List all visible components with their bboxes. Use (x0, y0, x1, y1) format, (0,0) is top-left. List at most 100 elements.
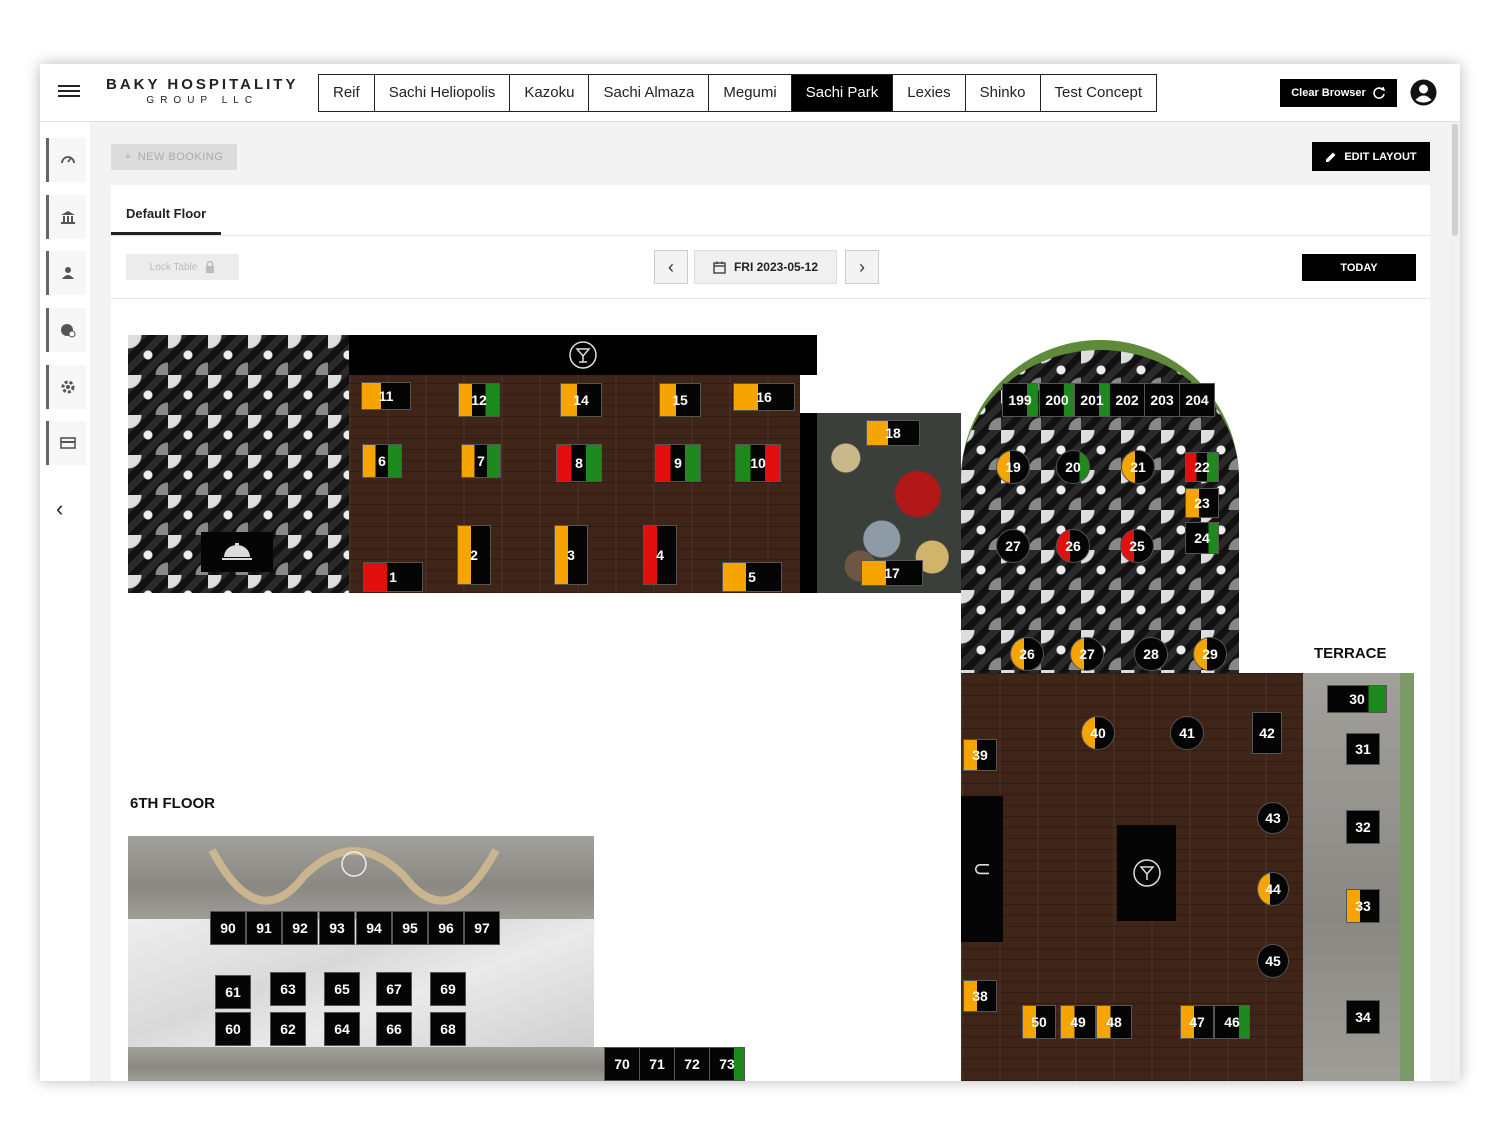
table-95[interactable]: 95 (392, 911, 428, 945)
table-97[interactable]: 97 (464, 911, 500, 945)
table-20[interactable]: 20 (1056, 450, 1090, 484)
table-50[interactable]: 50 (1022, 1005, 1056, 1039)
table-22[interactable]: 22 (1185, 452, 1219, 482)
table-10[interactable]: 10 (735, 444, 781, 482)
table-202[interactable]: 202 (1109, 383, 1145, 417)
table-5[interactable]: 5 (722, 562, 782, 592)
tab-reif[interactable]: Reif (319, 75, 375, 111)
table-26[interactable]: 26 (1056, 529, 1090, 563)
table-21[interactable]: 21 (1121, 450, 1155, 484)
table-48[interactable]: 48 (1096, 1005, 1132, 1039)
table-68[interactable]: 68 (430, 1012, 466, 1046)
tab-default-floor[interactable]: Default Floor (111, 185, 221, 235)
account-icon[interactable] (1410, 79, 1437, 106)
table-27[interactable]: 27 (996, 529, 1030, 563)
previous-day-button[interactable]: ‹ (654, 250, 688, 284)
table-31[interactable]: 31 (1346, 733, 1380, 765)
tab-sachi-park[interactable]: Sachi Park (791, 75, 894, 111)
table-90[interactable]: 90 (210, 911, 246, 945)
table-4[interactable]: 4 (643, 525, 677, 585)
table-201[interactable]: 201 (1074, 383, 1110, 417)
table-30[interactable]: 30 (1327, 685, 1387, 713)
table-2[interactable]: 2 (457, 525, 491, 585)
table-70[interactable]: 70 (604, 1047, 640, 1081)
nav-dashboard[interactable] (46, 138, 86, 182)
today-button[interactable]: TODAY (1302, 254, 1416, 281)
table-15[interactable]: 15 (659, 383, 701, 417)
table-11[interactable]: 11 (361, 382, 411, 410)
table-62[interactable]: 62 (270, 1012, 306, 1046)
tab-sachi-almaza[interactable]: Sachi Almaza (589, 75, 710, 111)
table-73[interactable]: 73 (709, 1047, 745, 1081)
table-66[interactable]: 66 (376, 1012, 412, 1046)
table-32[interactable]: 32 (1346, 810, 1380, 844)
table-26[interactable]: 26 (1010, 637, 1044, 671)
table-45[interactable]: 45 (1257, 944, 1289, 978)
table-17[interactable]: 17 (861, 560, 923, 586)
tab-kazoku[interactable]: Kazoku (510, 75, 590, 111)
table-69[interactable]: 69 (430, 972, 466, 1006)
table-23[interactable]: 23 (1185, 488, 1219, 518)
table-1[interactable]: 1 (363, 562, 423, 592)
tab-shinko[interactable]: Shinko (966, 75, 1041, 111)
table-44[interactable]: 44 (1257, 872, 1289, 906)
next-day-button[interactable]: › (845, 250, 879, 284)
table-49[interactable]: 49 (1060, 1005, 1096, 1039)
clear-browser-button[interactable]: Clear Browser (1280, 79, 1397, 107)
table-63[interactable]: 63 (270, 972, 306, 1006)
new-booking-button[interactable]: + NEW BOOKING (111, 144, 237, 170)
tab-sachi-heliopolis[interactable]: Sachi Heliopolis (375, 75, 511, 111)
collapse-sidebar-icon[interactable]: ‹ (56, 496, 63, 522)
hamburger-menu-icon[interactable] (58, 82, 80, 104)
table-41[interactable]: 41 (1170, 716, 1204, 750)
table-28[interactable]: 28 (1134, 637, 1168, 671)
table-7[interactable]: 7 (461, 444, 501, 478)
nav-billing[interactable] (46, 421, 86, 465)
table-199[interactable]: 199 (1002, 383, 1038, 417)
table-94[interactable]: 94 (356, 911, 392, 945)
table-72[interactable]: 72 (674, 1047, 710, 1081)
table-200[interactable]: 200 (1039, 383, 1075, 417)
table-38[interactable]: 38 (963, 980, 997, 1012)
nav-settings[interactable] (46, 365, 86, 409)
table-65[interactable]: 65 (324, 972, 360, 1006)
table-19[interactable]: 19 (996, 450, 1030, 484)
lock-table-button[interactable]: Lock Table (126, 254, 239, 280)
table-34[interactable]: 34 (1346, 1000, 1380, 1034)
table-27[interactable]: 27 (1070, 637, 1104, 671)
table-24[interactable]: 24 (1185, 522, 1219, 554)
table-47[interactable]: 47 (1180, 1005, 1214, 1039)
table-67[interactable]: 67 (376, 972, 412, 1006)
table-14[interactable]: 14 (560, 383, 602, 417)
table-96[interactable]: 96 (428, 911, 464, 945)
table-16[interactable]: 16 (733, 383, 795, 411)
table-43[interactable]: 43 (1257, 802, 1289, 834)
table-6[interactable]: 6 (362, 444, 402, 478)
table-91[interactable]: 91 (246, 911, 282, 945)
tab-megumi[interactable]: Megumi (709, 75, 792, 111)
table-42[interactable]: 42 (1252, 712, 1282, 754)
table-93[interactable]: 93 (319, 911, 355, 945)
table-61[interactable]: 61 (215, 975, 251, 1009)
table-40[interactable]: 40 (1081, 716, 1115, 750)
scrollbar[interactable] (1450, 122, 1460, 1081)
nav-guest-profile[interactable] (46, 308, 86, 352)
table-60[interactable]: 60 (215, 1012, 251, 1046)
nav-bank[interactable] (46, 195, 86, 239)
table-39[interactable]: 39 (963, 739, 997, 771)
table-71[interactable]: 71 (639, 1047, 675, 1081)
table-92[interactable]: 92 (282, 911, 318, 945)
tab-lexies[interactable]: Lexies (893, 75, 966, 111)
nav-guests[interactable] (46, 251, 86, 295)
table-33[interactable]: 33 (1346, 889, 1380, 923)
table-25[interactable]: 25 (1120, 529, 1154, 563)
table-29[interactable]: 29 (1193, 637, 1227, 671)
table-203[interactable]: 203 (1144, 383, 1180, 417)
table-8[interactable]: 8 (556, 444, 602, 482)
table-64[interactable]: 64 (324, 1012, 360, 1046)
date-picker[interactable]: FRI 2023-05-12 (694, 250, 837, 284)
table-9[interactable]: 9 (655, 444, 701, 482)
edit-layout-button[interactable]: EDIT LAYOUT (1312, 142, 1430, 171)
table-18[interactable]: 18 (866, 420, 920, 446)
table-46[interactable]: 46 (1214, 1005, 1250, 1039)
